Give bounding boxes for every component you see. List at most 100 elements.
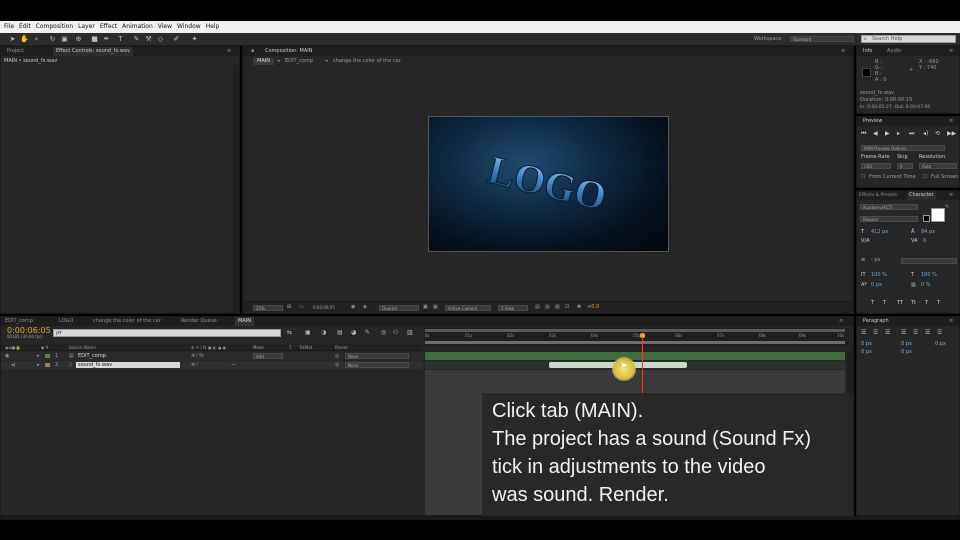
timeline-tab-change-color[interactable]: change the color of the car [93,317,161,326]
menu-animation[interactable]: Animation [122,21,153,33]
source-name-header[interactable]: Source Name [69,344,96,351]
tab-info[interactable]: Info [863,47,872,56]
layer-parent-dropdown[interactable]: None [345,353,409,359]
resolution-dropdown[interactable]: Auto [919,163,957,169]
resolution-dropdown[interactable]: Quarter [379,305,419,311]
label-color-icon[interactable] [45,363,50,367]
lock-icon[interactable]: ▪ [251,47,254,56]
first-frame-icon[interactable]: ⏮ [861,130,866,138]
stroke-color-swatch[interactable] [923,215,930,222]
small-caps-button[interactable]: Tt [911,299,916,307]
menu-help[interactable]: Help [206,21,220,33]
draft-3d-icon[interactable]: ▣ [305,328,311,338]
faux-bold-button[interactable]: T [871,299,874,307]
superscript-button[interactable]: T [925,299,928,307]
expand-arrow-icon[interactable]: ▸ [37,361,40,369]
tsume-value[interactable]: 0 % [921,282,931,289]
trkmat-header[interactable]: TrkMat [299,344,312,351]
menu-window[interactable]: Window [177,21,201,33]
fast-previews-icon[interactable]: ▥ [545,304,550,311]
stroke-width-value[interactable]: - px [871,257,881,264]
from-current-checkbox[interactable]: ☐ [861,174,865,181]
justify-all-icon[interactable]: ☰ [937,329,942,337]
frame-rate-dropdown[interactable]: (30) [861,163,891,169]
selection-tool-icon[interactable]: ➤ [8,35,17,44]
subscript-button[interactable]: T [937,299,940,307]
pick-whip-icon[interactable]: ◎ [335,361,339,369]
layer-name[interactable]: EDIT_comp [78,352,106,360]
panel-menu-icon[interactable]: ≡ [949,317,953,326]
prev-frame-icon[interactable]: ◀ [873,130,878,138]
font-style-dropdown[interactable]: Regular [860,216,918,222]
exposure-value[interactable]: +0.0 [587,304,599,311]
expand-arrow-icon[interactable]: ▸ [37,352,40,360]
workspace-dropdown[interactable]: Standard [790,36,854,42]
roto-brush-tool-icon[interactable]: ✐ [172,35,181,44]
channel-icon[interactable]: ◈ [363,304,367,311]
camera-dropdown[interactable]: Active Camera [445,305,491,311]
toggle-pixel-aspect-icon[interactable]: ▤ [535,304,540,311]
leading-value[interactable]: 84 px [921,229,935,236]
vertical-scale-value[interactable]: 100 % [871,272,887,279]
tab-effect-controls[interactable]: Effect Controls: sound_fx.wav [53,47,134,56]
hide-shy-layers-icon[interactable]: ◑ [321,328,326,338]
indent-first-value[interactable]: 0 px [935,341,946,348]
hand-tool-icon[interactable]: ✋ [20,35,29,44]
baseline-shift-value[interactable]: 0 px [871,282,882,289]
justify-left-icon[interactable]: ☰ [901,329,906,337]
skip-dropdown[interactable]: 0 [897,163,913,169]
mask-icon[interactable]: ▭ [299,304,304,311]
project-panel-scrollbar[interactable] [233,65,239,313]
menu-composition[interactable]: Composition [36,21,73,33]
layer-switches[interactable]: ✲ ⁄ [191,361,198,369]
menu-effect[interactable]: Effect [100,21,117,33]
layer-switches[interactable]: ✲ ⁄ fx [191,352,204,360]
timeline-icon[interactable]: ▧ [555,304,560,311]
label-color-icon[interactable] [45,354,50,358]
zoom-tool-icon[interactable]: ⌕ [32,35,41,44]
font-size-value[interactable]: 412 px [871,229,888,236]
layer-name[interactable]: sound_fx.wav [78,361,112,369]
space-after-value[interactable]: 0 px [901,349,912,356]
tab-effects-presets[interactable]: Effects & Presets [859,191,897,200]
auto-keyframe-icon[interactable]: ⚇ [393,328,398,338]
last-frame-icon[interactable]: ⏭ [909,130,914,138]
viewer-timecode[interactable]: 0;00;06;05 [313,304,335,311]
work-area-bar[interactable] [425,329,845,332]
snapshot-icon[interactable]: ◉ [351,304,355,311]
zoom-dropdown[interactable]: 25% [253,305,283,311]
align-center-icon[interactable]: ☰ [873,329,878,337]
clone-stamp-tool-icon[interactable]: ⚒ [144,35,153,44]
eraser-tool-icon[interactable]: ◇ [156,35,165,44]
loop-icon[interactable]: ⟲ [935,130,940,138]
pen-tool-icon[interactable]: ✒ [102,35,111,44]
safe-zones-icon[interactable]: ⊞ [287,304,291,311]
flowchart-icon[interactable]: ⊡ [565,304,569,311]
space-before-value[interactable]: 0 px [861,349,872,356]
justify-center-icon[interactable]: ☰ [913,329,918,337]
brush-tool-icon[interactable]: ✎ [132,35,141,44]
indent-left-value[interactable]: 0 px [861,341,872,348]
layer-1-duration-bar[interactable] [425,352,845,360]
menu-view[interactable]: View [158,21,172,33]
motion-blur-icon[interactable]: ◕ [351,328,356,338]
horizontal-scale-value[interactable]: 100 % [921,272,937,279]
stroke-style-dropdown[interactable] [901,258,957,264]
rotate-tool-icon[interactable]: ↻ [48,35,57,44]
layer-row-1[interactable]: ◉ ▸ 1 ▤ EDIT_comp ✲ ⁄ fx Add ◎ None [1,352,423,360]
align-left-icon[interactable]: ☰ [861,329,866,337]
tab-composition-main[interactable]: Composition: MAIN [265,47,312,56]
brainstorm-icon[interactable]: ◎ [381,328,386,338]
menu-edit[interactable]: Edit [19,21,31,33]
timeline-tab-logo[interactable]: LOGO [59,317,73,326]
play-icon[interactable]: ▶ [885,130,890,138]
timeline-search-field[interactable]: ρ▾ [53,329,281,337]
exposure-icon[interactable]: ✺ [577,304,581,311]
font-family-dropdown[interactable]: Academy(ACT) [860,204,918,210]
indent-right-value[interactable]: 0 px [901,341,912,348]
next-frame-icon[interactable]: ▸ [897,130,900,138]
full-screen-checkbox[interactable]: ☐ [923,174,927,181]
parent-header[interactable]: Parent [335,344,348,351]
frame-blending-icon[interactable]: ▤ [337,328,343,338]
graph-icon[interactable]: ▥ [407,328,413,338]
